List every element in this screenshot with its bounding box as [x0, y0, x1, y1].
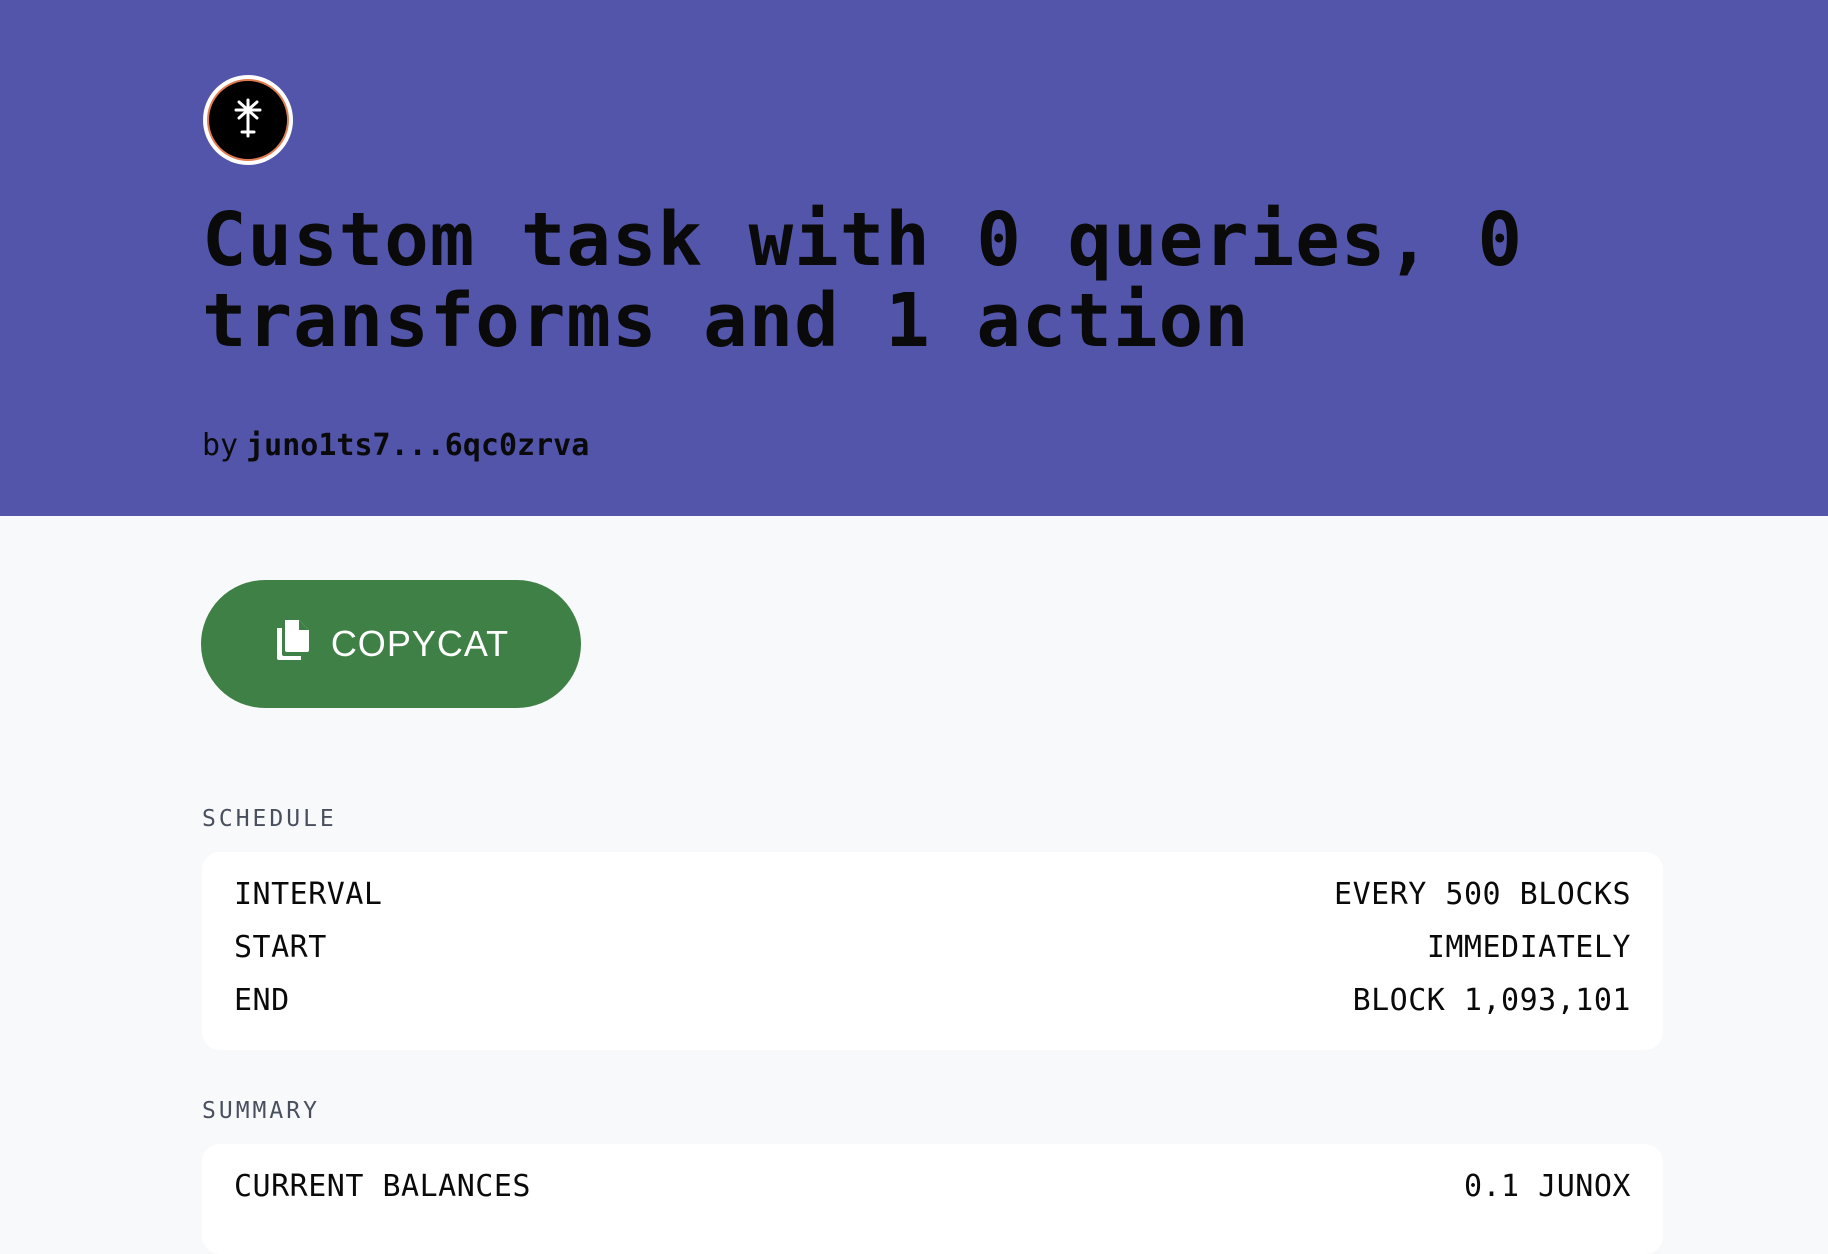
creator-avatar[interactable] — [203, 75, 293, 165]
copycat-button[interactable]: COPYCAT — [201, 580, 581, 708]
summary-row-balances: CURRENT BALANCES 0.1 JUNOX — [234, 1160, 1631, 1213]
schedule-key: INTERVAL — [234, 877, 383, 912]
page-title: Custom task with 0 queries, 0 transforms… — [202, 197, 1524, 364]
summary-value: 0.1 JUNOX — [1463, 1169, 1631, 1204]
author-address-link[interactable]: juno1ts7...6qc0zrva — [246, 428, 589, 463]
summary-section-label: SUMMARY — [202, 1098, 320, 1124]
schedule-value: BLOCK 1,093,101 — [1352, 983, 1631, 1018]
schedule-value: EVERY 500 BLOCKS — [1334, 877, 1631, 912]
schedule-row-end: END BLOCK 1,093,101 — [234, 974, 1631, 1027]
copycat-label: COPYCAT — [330, 623, 510, 664]
copy-icon — [273, 618, 311, 671]
summary-key: CURRENT BALANCES — [234, 1169, 531, 1204]
schedule-row-start: START IMMEDIATELY — [234, 921, 1631, 974]
author-byline: by juno1ts7...6qc0zrva — [202, 428, 589, 464]
summary-card: CURRENT BALANCES 0.1 JUNOX — [202, 1144, 1663, 1254]
schedule-section-label: SCHEDULE — [202, 806, 337, 832]
schedule-value: IMMEDIATELY — [1426, 930, 1631, 965]
schedule-row-interval: INTERVAL EVERY 500 BLOCKS — [234, 868, 1631, 921]
schedule-key: START — [234, 930, 327, 965]
task-header: Custom task with 0 queries, 0 transforms… — [0, 0, 1828, 516]
by-label: by — [202, 428, 239, 463]
schedule-key: END — [234, 983, 290, 1018]
schedule-card: INTERVAL EVERY 500 BLOCKS START IMMEDIAT… — [202, 852, 1663, 1050]
juno-logo-icon — [207, 79, 289, 161]
